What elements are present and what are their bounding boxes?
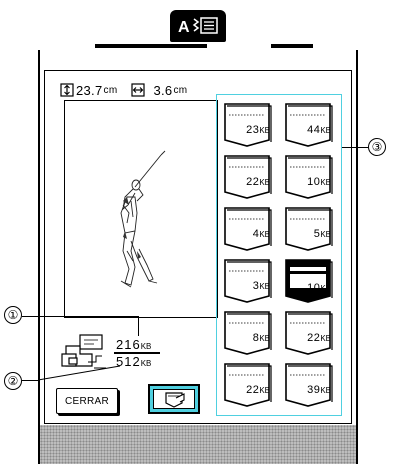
pocket-button[interactable]: 3KB xyxy=(222,258,274,304)
height-value: 23.7 xyxy=(76,82,103,98)
top-divider xyxy=(95,44,207,48)
width-value: 3.6 xyxy=(153,82,173,98)
callout-1-line xyxy=(138,316,139,336)
pocket-size-unit: KB xyxy=(320,126,331,135)
close-button[interactable]: CERRAR xyxy=(56,388,118,414)
height-unit: cm xyxy=(103,84,118,96)
memory-used: 216KB xyxy=(116,337,151,352)
callout-2: ② xyxy=(4,372,22,390)
pocket-size-label: 5KB xyxy=(283,228,331,240)
pocket-size-unit: KB xyxy=(259,178,270,187)
pocket-button[interactable]: 10KB xyxy=(283,258,335,304)
pocket-button[interactable]: 22KB xyxy=(283,310,335,356)
svg-text:A: A xyxy=(178,19,190,36)
pocket-size-value: 22 xyxy=(307,332,321,344)
panel-bottom-hatch xyxy=(40,425,356,464)
pocket-button[interactable]: 4KB xyxy=(222,206,274,252)
pocket-size-unit: KB xyxy=(259,282,270,291)
top-divider xyxy=(271,44,313,48)
pocket-size-unit: KB xyxy=(259,126,270,135)
callout-2-line xyxy=(22,380,38,381)
pocket-button[interactable]: 10KB xyxy=(283,154,335,200)
pocket-button[interactable]: 39KB xyxy=(283,362,335,408)
pocket-size-label: 4KB xyxy=(222,228,270,240)
pocket-size-label: 10KB xyxy=(283,282,331,294)
width-icon xyxy=(131,83,146,97)
pocket-size-label: 23KB xyxy=(222,124,270,136)
embroidery-edit-mode-icon: A xyxy=(170,10,226,42)
callout-1-line xyxy=(22,316,138,317)
pocket-size-unit: KB xyxy=(320,284,331,293)
pocket-size-unit: KB xyxy=(259,230,270,239)
pocket-size-unit: KB xyxy=(320,230,331,239)
pocket-size-label: 44KB xyxy=(283,124,331,136)
pocket-size-value: 10 xyxy=(307,282,321,294)
pocket-size-unit: KB xyxy=(320,334,331,343)
callout-3: ③ xyxy=(368,138,386,156)
pocket-button[interactable]: 22KB xyxy=(222,362,274,408)
pocket-size-value: 44 xyxy=(307,124,321,136)
dimension-readout: 23.7 cm 3.6 cm xyxy=(60,82,187,98)
golfer-pattern-image xyxy=(120,150,166,288)
memory-used-value: 216 xyxy=(116,337,141,352)
pocket-size-label: 3KB xyxy=(222,280,270,292)
callout-2-line xyxy=(38,365,121,381)
pocket-button[interactable]: 23KB xyxy=(222,102,274,148)
pocket-size-value: 39 xyxy=(307,384,321,396)
pocket-size-value: 22 xyxy=(246,176,260,188)
pocket-size-label: 22KB xyxy=(283,332,331,344)
pocket-button[interactable]: 44KB xyxy=(283,102,335,148)
pocket-shape-icon xyxy=(285,259,333,303)
pocket-size-value: 23 xyxy=(246,124,260,136)
save-to-pocket-button[interactable] xyxy=(148,384,200,414)
memory-total-unit: KB xyxy=(140,359,152,368)
pocket-size-value: 10 xyxy=(307,176,321,188)
pocket-size-unit: KB xyxy=(259,386,270,395)
width-unit: cm xyxy=(173,84,188,96)
pocket-size-value: 22 xyxy=(246,384,260,396)
callout-3-line xyxy=(342,147,368,148)
pocket-size-label: 22KB xyxy=(222,176,270,188)
pocket-size-unit: KB xyxy=(259,334,270,343)
pocket-button[interactable]: 8KB xyxy=(222,310,274,356)
pattern-preview xyxy=(64,100,218,318)
pocket-save-icon xyxy=(165,392,185,408)
pocket-size-label: 8KB xyxy=(222,332,270,344)
pocket-size-label: 39KB xyxy=(283,384,331,396)
pocket-size-label: 10KB xyxy=(283,176,331,188)
pocket-button[interactable]: 22KB xyxy=(222,154,274,200)
pocket-size-unit: KB xyxy=(320,178,331,187)
pocket-size-label: 22KB xyxy=(222,384,270,396)
pocket-size-unit: KB xyxy=(320,386,331,395)
memory-used-unit: KB xyxy=(140,342,152,351)
height-icon xyxy=(60,83,74,97)
pocket-button[interactable]: 5KB xyxy=(283,206,335,252)
callout-1: ① xyxy=(4,306,22,324)
